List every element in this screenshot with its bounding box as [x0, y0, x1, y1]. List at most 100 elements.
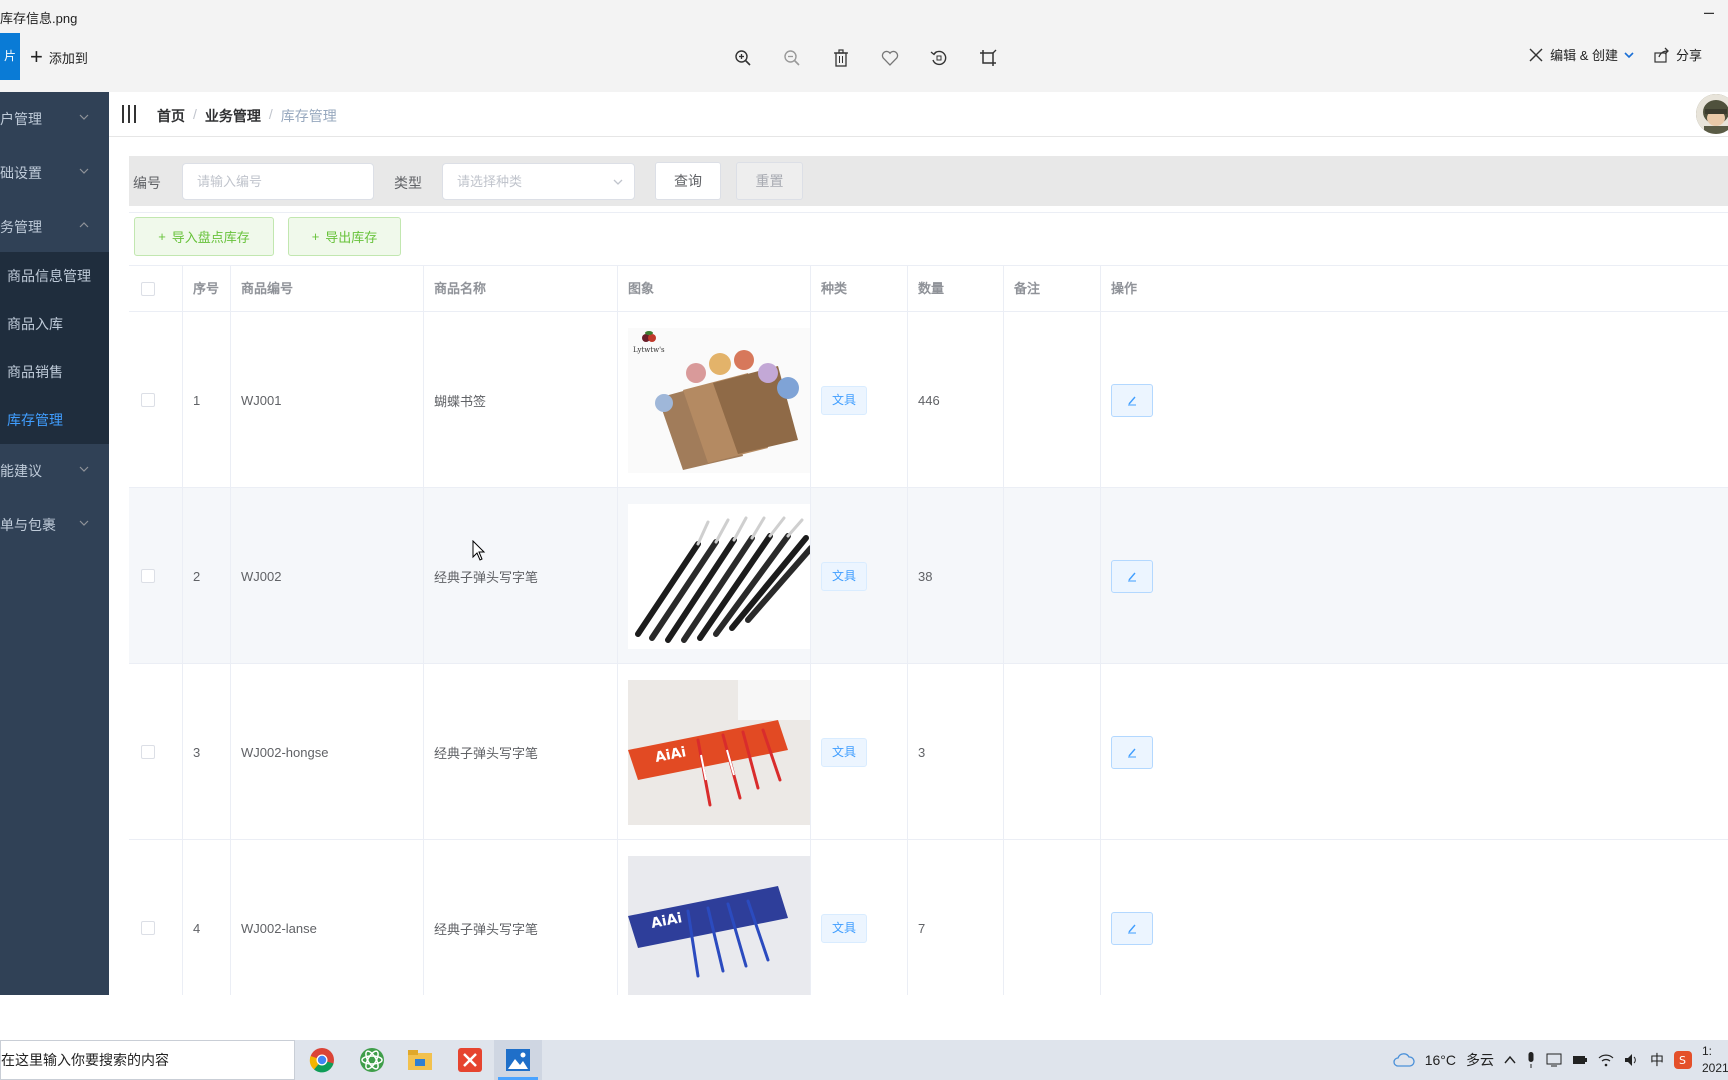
edit-button[interactable] — [1111, 735, 1153, 769]
ime-indicator[interactable]: 中 — [1650, 1050, 1664, 1070]
viewer-back-tab[interactable]: 片 — [0, 33, 20, 80]
cell-remark — [1004, 312, 1101, 488]
edit-create-button[interactable]: 编辑 & 创建 — [1528, 45, 1634, 64]
hamburger-icon[interactable] — [121, 104, 137, 124]
row-checkbox[interactable] — [141, 393, 155, 407]
chevron-down-icon — [1624, 51, 1634, 58]
export-inventory-button[interactable]: + 导出库存 — [288, 217, 401, 256]
cell-quantity: 7 — [908, 840, 1004, 1000]
cell-index: 2 — [183, 488, 231, 664]
chevron-up-icon[interactable] — [1504, 1055, 1516, 1065]
row-checkbox[interactable] — [141, 569, 155, 583]
volume-icon[interactable] — [1624, 1053, 1640, 1067]
avatar[interactable] — [1696, 94, 1728, 134]
edit-icon — [1128, 572, 1136, 582]
xmind-icon[interactable] — [446, 1040, 494, 1080]
add-to-label: 添加到 — [48, 50, 88, 66]
cell-remark — [1004, 664, 1101, 840]
sidebar-subitem-inventory[interactable]: 库存管理 — [0, 396, 109, 444]
cell-index: 4 — [183, 840, 231, 1000]
sidebar-item-label: 础设置 — [0, 165, 42, 181]
add-to-button[interactable]: + 添加到 — [30, 45, 88, 69]
product-image-red-pens: AiAi — [628, 679, 810, 825]
rotate-icon[interactable] — [924, 43, 954, 73]
weather-desc[interactable]: 多云 — [1466, 1050, 1494, 1070]
delete-icon[interactable] — [826, 43, 856, 73]
chevron-down-icon — [79, 466, 89, 472]
photos-icon[interactable] — [494, 1040, 542, 1080]
chrome-icon[interactable] — [298, 1040, 346, 1080]
minimize-button[interactable]: – — [1704, 2, 1714, 23]
battery-icon[interactable] — [1572, 1054, 1588, 1066]
cell-index: 1 — [183, 312, 231, 488]
cloud-icon — [1393, 1053, 1415, 1067]
breadcrumb-home[interactable]: 首页 — [157, 106, 185, 126]
category-tag: 文具 — [821, 385, 868, 415]
cell-code: WJ002 — [231, 488, 424, 664]
weather-temp[interactable]: 16°C — [1425, 1052, 1456, 1068]
sidebar-item-user-management[interactable]: 户管理 — [0, 92, 109, 146]
screen-icon[interactable] — [1546, 1053, 1562, 1067]
header-category: 种类 — [811, 266, 908, 312]
table-row: 1 WJ001 蝴蝶书签 Lytwtw's 文具 446 — [129, 312, 1728, 488]
svg-text:S: S — [1679, 1054, 1686, 1067]
category-tag: 文具 — [821, 561, 868, 591]
breadcrumb-section[interactable]: 业务管理 — [205, 106, 261, 126]
sidebar-item-orders-packages[interactable]: 单与包裹 — [0, 498, 109, 552]
action-bar: + 导入盘点库存 + 导出库存 — [129, 212, 1728, 265]
reset-button[interactable]: 重置 — [736, 162, 803, 200]
plus-icon: + — [311, 229, 320, 244]
sidebar-subitem-product-info[interactable]: 商品信息管理 — [0, 252, 109, 300]
cell-remark — [1004, 488, 1101, 664]
cell-category: 文具 — [811, 488, 908, 664]
header-index: 序号 — [183, 266, 231, 312]
sidebar-subitem-stock-in[interactable]: 商品入库 — [0, 300, 109, 348]
query-button[interactable]: 查询 — [655, 162, 721, 200]
heart-icon[interactable] — [875, 43, 905, 73]
row-select-cell — [129, 488, 183, 664]
plus-icon: + — [30, 44, 43, 69]
sidebar-item-label: 户管理 — [0, 111, 42, 127]
sidebar-item-suggestions[interactable]: 能建议 — [0, 444, 109, 498]
edit-create-icon — [1529, 48, 1543, 61]
header-quantity: 数量 — [908, 266, 1004, 312]
edit-icon — [1128, 396, 1136, 406]
system-tray: 16°C 多云 中 S 1: 2021 — [1393, 1040, 1728, 1080]
row-checkbox[interactable] — [141, 745, 155, 759]
clock[interactable]: 1: 2021 — [1702, 1043, 1728, 1077]
cell-name: 经典子弹头写字笔 — [424, 840, 618, 1000]
sidebar-item-business-management[interactable]: 务管理 — [0, 200, 109, 254]
sidebar-item-basic-settings[interactable]: 础设置 — [0, 146, 109, 200]
type-select[interactable]: 请选择种类 — [442, 163, 635, 200]
cell-name: 经典子弹头写字笔 — [424, 664, 618, 840]
category-tag: 文具 — [821, 737, 868, 767]
cell-operation — [1101, 488, 1728, 664]
file-explorer-icon[interactable] — [396, 1040, 444, 1080]
edit-button[interactable] — [1111, 383, 1153, 417]
cell-quantity: 38 — [908, 488, 1004, 664]
edit-button[interactable] — [1111, 911, 1153, 945]
code-input[interactable]: 请输入编号 — [182, 163, 374, 200]
viewer-tool-icons — [728, 43, 1003, 73]
product-image-black-pens — [628, 503, 810, 649]
breadcrumb-separator: / — [268, 106, 273, 122]
wifi-icon[interactable] — [1598, 1053, 1614, 1067]
select-all-checkbox[interactable] — [141, 282, 155, 296]
atom-icon[interactable] — [348, 1040, 396, 1080]
row-checkbox[interactable] — [141, 921, 155, 935]
crop-icon[interactable] — [973, 43, 1003, 73]
zoom-in-icon[interactable] — [728, 43, 758, 73]
header-code: 商品编号 — [231, 266, 424, 312]
import-inventory-button[interactable]: + 导入盘点库存 — [134, 217, 274, 256]
sidebar-subitem-sales[interactable]: 商品销售 — [0, 348, 109, 396]
chevron-down-icon — [79, 114, 89, 120]
zoom-out-icon[interactable] — [777, 43, 807, 73]
clock-date: 2021 — [1702, 1061, 1728, 1075]
share-button[interactable]: 分享 — [1654, 45, 1702, 64]
edit-button[interactable] — [1111, 559, 1153, 593]
microphone-icon[interactable] — [1526, 1052, 1536, 1068]
sidebar: 户管理 础设置 务管理 商品信息管理 商品入库 商品销售 库存管理 能建议 单与… — [0, 92, 109, 995]
cell-code: WJ002-hongse — [231, 664, 424, 840]
sogou-icon[interactable]: S — [1674, 1051, 1692, 1069]
taskbar-search-input[interactable]: 在这里输入你要搜索的内容 — [0, 1040, 295, 1080]
